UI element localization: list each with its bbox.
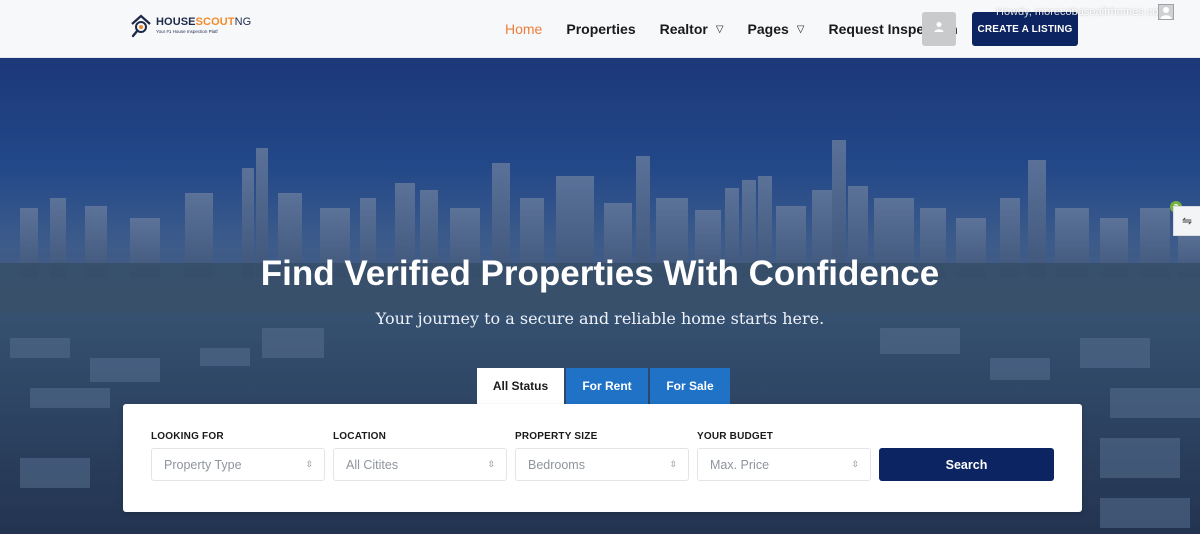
updown-chevron-icon: ⇳ bbox=[305, 459, 313, 469]
nav-item-properties[interactable]: Properties bbox=[566, 21, 635, 37]
property-type-select[interactable]: Property Type ⇳ bbox=[151, 448, 325, 481]
nav-item-label: Pages bbox=[747, 21, 789, 37]
field-label: YOUR BUDGET bbox=[697, 431, 774, 442]
house-magnifier-icon bbox=[130, 14, 152, 38]
field-budget: YOUR BUDGET Max. Price ⇳ bbox=[697, 431, 871, 481]
admin-avatar-icon[interactable] bbox=[1158, 4, 1174, 20]
page: HOUSESCOUTNG Your #1 House Inspection Pl… bbox=[0, 0, 1200, 541]
select-value: Max. Price bbox=[710, 457, 770, 472]
swap-arrows-icon: ⇋ bbox=[1181, 214, 1193, 228]
updown-chevron-icon: ⇳ bbox=[669, 459, 677, 469]
updown-chevron-icon: ⇳ bbox=[487, 459, 495, 469]
location-select[interactable]: All Citites ⇳ bbox=[333, 448, 507, 481]
property-search-form: LOOKING FOR Property Type ⇳ LOCATION All… bbox=[123, 404, 1082, 512]
bedrooms-select[interactable]: Bedrooms ⇳ bbox=[515, 448, 689, 481]
nav-item-realtor[interactable]: Realtor ▽ bbox=[660, 21, 724, 37]
select-value: Bedrooms bbox=[528, 457, 585, 472]
hero-banner: Find Verified Properties With Confidence… bbox=[0, 58, 1200, 541]
select-value: Property Type bbox=[164, 457, 242, 472]
select-value: All Citites bbox=[346, 457, 399, 472]
nav-item-home[interactable]: Home bbox=[505, 21, 542, 37]
field-label: LOOKING FOR bbox=[151, 431, 224, 442]
tab-for-sale[interactable]: For Sale bbox=[650, 368, 730, 404]
field-location: LOCATION All Citites ⇳ bbox=[333, 431, 507, 481]
nav-item-label: Realtor bbox=[659, 21, 708, 37]
status-tabs: All Status For Rent For Sale bbox=[477, 368, 730, 404]
tab-for-rent[interactable]: For Rent bbox=[566, 368, 648, 404]
max-price-select[interactable]: Max. Price ⇳ bbox=[697, 448, 871, 481]
nav-item-pages[interactable]: Pages ▽ bbox=[748, 21, 805, 37]
logo-wordmark: HOUSESCOUTNG bbox=[156, 16, 252, 29]
field-label: LOCATION bbox=[333, 431, 387, 442]
main-nav: Home Properties Realtor ▽ Pages ▽ Request … bbox=[505, 0, 982, 58]
site-logo[interactable]: HOUSESCOUTNG Your #1 House Inspection Pl… bbox=[130, 14, 251, 38]
field-label: PROPERTY SIZE bbox=[515, 431, 598, 442]
field-property-size: PROPERTY SIZE Bedrooms ⇳ bbox=[515, 431, 689, 481]
search-button[interactable]: Search bbox=[879, 448, 1054, 481]
nav-item-label: Home bbox=[505, 21, 543, 37]
logo-tagline: Your #1 House Inspection Platf bbox=[156, 29, 218, 35]
user-account-button[interactable] bbox=[922, 12, 956, 46]
nav-item-label: Properties bbox=[566, 21, 636, 37]
updown-chevron-icon: ⇳ bbox=[851, 459, 859, 469]
user-icon bbox=[933, 20, 945, 38]
chevron-down-icon: ▽ bbox=[715, 23, 724, 35]
tab-all-status[interactable]: All Status bbox=[477, 368, 564, 404]
hero-subtitle: Your journey to a secure and reliable ho… bbox=[375, 309, 825, 328]
compare-toggle-button[interactable]: ⇋ bbox=[1173, 206, 1200, 236]
page-bottom-edge bbox=[0, 534, 1200, 541]
logo-text: HOUSESCOUTNG Your #1 House Inspection Pl… bbox=[156, 17, 251, 35]
field-looking-for: LOOKING FOR Property Type ⇳ bbox=[151, 431, 325, 481]
site-header: HOUSESCOUTNG Your #1 House Inspection Pl… bbox=[0, 0, 1200, 58]
chevron-down-icon: ▽ bbox=[796, 23, 805, 35]
admin-bar-greeting[interactable]: Howdy, morecobaseaifrhomes.com bbox=[996, 6, 1168, 18]
hero-title: Find Verified Properties With Confidence bbox=[260, 254, 940, 293]
